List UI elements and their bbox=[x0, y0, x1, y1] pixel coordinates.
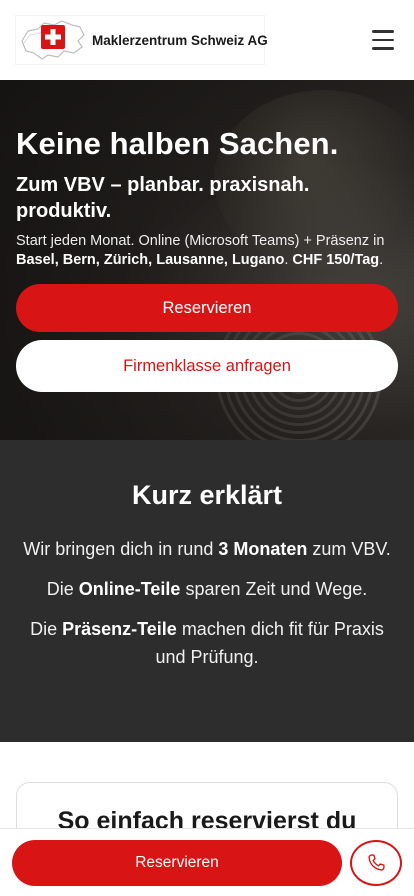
hero-price: CHF 150/Tag bbox=[292, 252, 380, 268]
brand-name: Maklerzentrum Schweiz AG bbox=[92, 32, 268, 48]
hero-description: Start jeden Monat. Online (Microsoft Tea… bbox=[16, 233, 385, 268]
site-header: Maklerzentrum Schweiz AG bbox=[0, 0, 414, 80]
short-explanation-section: Kurz erklärt Wir bringen dich in rund 3 … bbox=[0, 440, 414, 742]
sticky-bottom-bar: Reservieren bbox=[0, 828, 414, 896]
reserve-button[interactable]: Reservieren bbox=[16, 284, 398, 332]
sticky-reserve-button[interactable]: Reservieren bbox=[12, 839, 342, 886]
section-title: Kurz erklärt bbox=[131, 480, 283, 510]
explanation-paragraph-2: Die Online-Teile sparen Zeit und Wege. bbox=[46, 579, 368, 599]
brand-logo[interactable]: Maklerzentrum Schweiz AG bbox=[16, 16, 268, 64]
phone-icon[interactable] bbox=[350, 839, 402, 886]
hamburger-menu-icon[interactable] bbox=[368, 25, 398, 55]
hero-subtitle: Zum VBV – planbar. praxisnah. produktiv. bbox=[16, 174, 310, 222]
explanation-paragraph-1: Wir bringen dich in rund 3 Monaten zum V… bbox=[23, 539, 391, 559]
hero-title: Keine halben Sachen. bbox=[16, 126, 339, 161]
hero-content: Keine halben Sachen. Zum VBV – planbar. … bbox=[16, 80, 398, 392]
explanation-paragraph-3: Die Präsenz-Teile machen dich fit für Pr… bbox=[30, 619, 384, 667]
swiss-map-logo-icon bbox=[18, 17, 88, 63]
company-class-request-button[interactable]: Firmenklasse anfragen bbox=[16, 340, 398, 392]
hero-section: Keine halben Sachen. Zum VBV – planbar. … bbox=[0, 80, 414, 440]
hero-cities: Basel, Bern, Zürich, Lausanne, Lugano bbox=[16, 252, 285, 268]
